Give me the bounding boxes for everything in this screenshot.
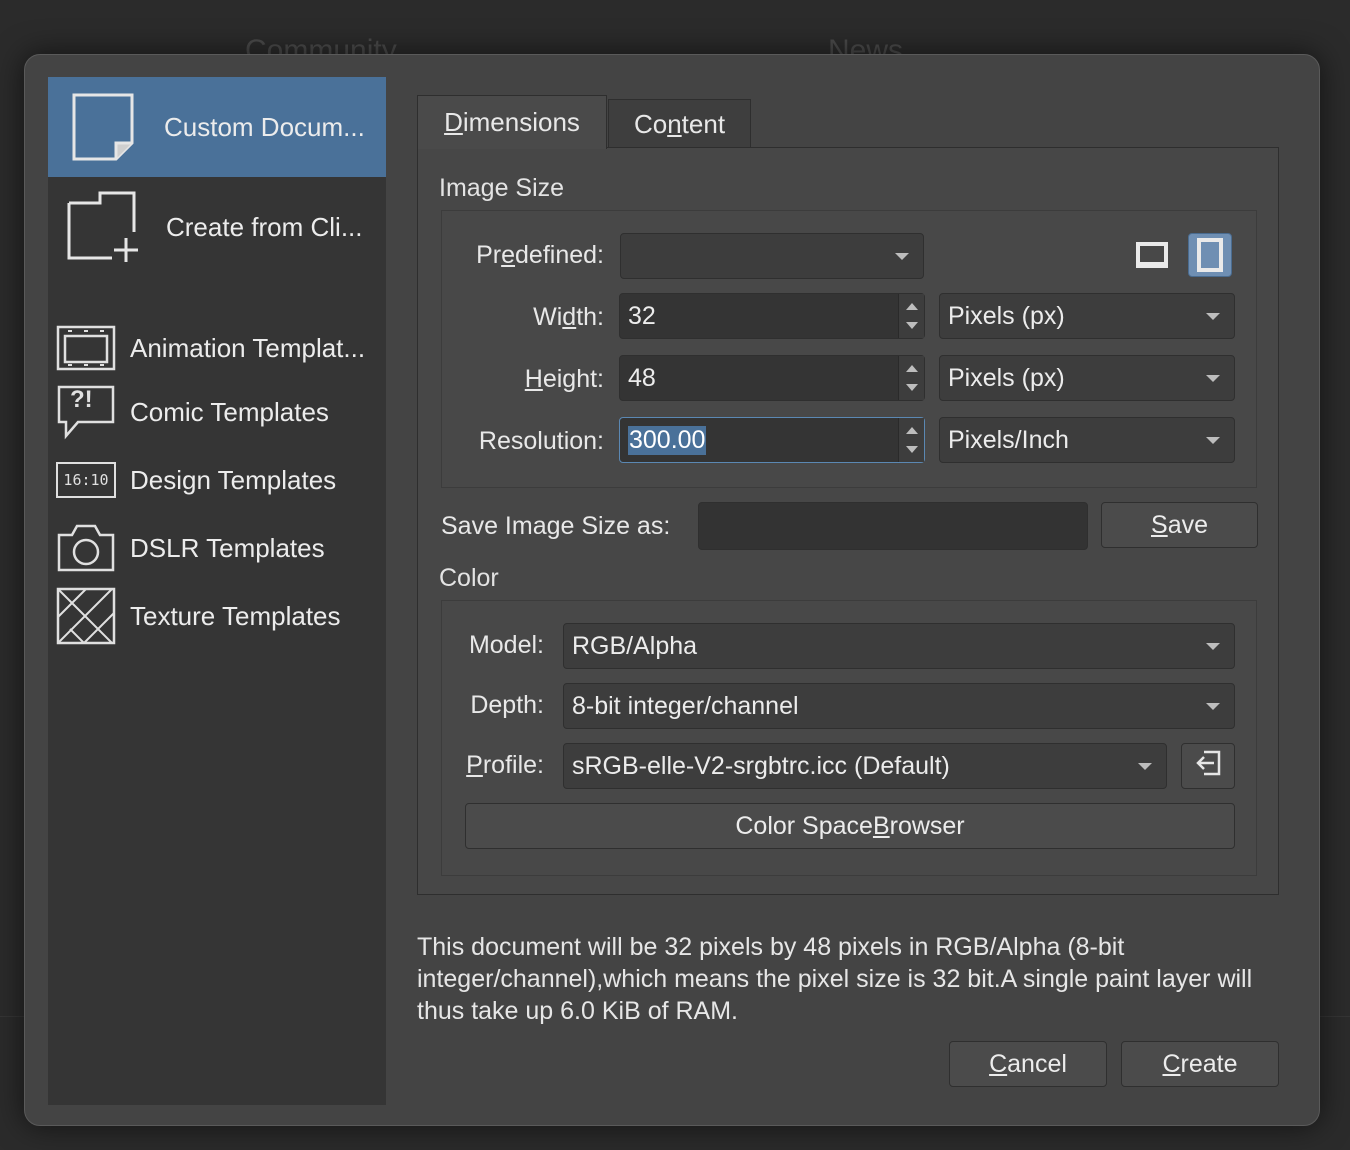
height-spinbox[interactable]: 48 <box>619 355 925 401</box>
width-stepper[interactable] <box>898 294 924 338</box>
comic-icon-text: ?! <box>70 386 93 413</box>
cancel-button[interactable]: Cancel <box>949 1041 1107 1087</box>
width-unit-select[interactable]: Pixels (px) <box>939 293 1235 339</box>
sidebar-item-label: DSLR Templates <box>130 532 325 563</box>
document-description: This document will be 32 pixels by 48 pi… <box>417 933 1253 1025</box>
save-image-size-input[interactable] <box>698 502 1088 550</box>
sidebar-item-label: Comic Templates <box>130 396 329 427</box>
portrait-orientation-button[interactable] <box>1188 233 1232 277</box>
color-space-browser-button[interactable]: Color Space Browser <box>465 803 1235 849</box>
predefined-select[interactable] <box>620 233 924 279</box>
depth-label: Depth: <box>470 691 544 719</box>
sidebar-item-create-from-clipboard[interactable]: Create from Cli... <box>48 177 386 277</box>
sidebar-item-label: Design Templates <box>130 464 337 495</box>
new-document-dialog: Custom Docum... Create from Cli... Anima… <box>24 54 1320 1126</box>
tab-content[interactable]: Co n tent <box>608 99 751 149</box>
landscape-orientation-icon <box>1136 242 1168 268</box>
dimensions-panel: Image Size Predefined: Width: 32 Pixels … <box>417 147 1279 895</box>
profile-label: Profile: <box>466 751 544 779</box>
sidebar-item-label: Custom Docum... <box>164 111 365 142</box>
model-label: Model: <box>468 631 544 659</box>
tab-dimensions[interactable]: Dimensions <box>417 95 607 149</box>
texture-hatch-icon <box>56 587 116 645</box>
resolution-unit-select[interactable]: Pixels/Inch <box>939 417 1235 463</box>
sidebar-item-comic-templates[interactable]: ?! Comic Templates <box>48 381 386 443</box>
create-button[interactable]: Create <box>1121 1041 1279 1087</box>
image-size-title: Image Size <box>439 174 565 202</box>
ratio-16-10-icon: 16:10 <box>56 462 116 498</box>
resolution-spinbox[interactable]: 300.00 <box>619 417 925 463</box>
color-model-select[interactable]: RGB/Alpha <box>563 623 1235 669</box>
save-image-size-button[interactable]: Save <box>1101 502 1258 548</box>
resolution-label: Resolution: <box>478 427 604 455</box>
height-label: Height: <box>524 365 604 393</box>
speech-bubble-icon: ?! <box>56 384 116 440</box>
template-sidebar: Custom Docum... Create from Cli... Anima… <box>48 77 386 1105</box>
camera-icon <box>56 523 116 573</box>
import-profile-icon <box>1194 749 1222 784</box>
color-depth-select[interactable]: 8-bit integer/channel <box>563 683 1235 729</box>
color-title: Color <box>439 564 499 592</box>
film-frame-icon <box>56 325 116 371</box>
sidebar-item-label: Create from Cli... <box>166 211 363 242</box>
sidebar-item-animation-templates[interactable]: Animation Templat... <box>48 317 386 379</box>
color-group: Model: RGB/Alpha Depth: 8-bit integer/ch… <box>441 600 1257 876</box>
height-unit-select[interactable]: Pixels (px) <box>939 355 1235 401</box>
height-stepper[interactable] <box>898 356 924 400</box>
sidebar-item-design-templates[interactable]: 16:10 Design Templates <box>48 449 386 511</box>
sidebar-item-dslr-templates[interactable]: DSLR Templates <box>48 517 386 579</box>
resolution-stepper[interactable] <box>898 418 924 462</box>
sidebar-item-label: Texture Templates <box>130 600 341 631</box>
image-size-group: Predefined: Width: 32 Pixels (px) Height… <box>441 210 1257 488</box>
portrait-orientation-icon <box>1197 238 1223 272</box>
sidebar-item-label: Animation Templat... <box>130 332 366 363</box>
width-label: Width: <box>533 303 604 331</box>
sidebar-item-custom-document[interactable]: Custom Docum... <box>48 77 386 177</box>
color-profile-select[interactable]: sRGB-elle-V2-srgbtrc.icc (Default) <box>563 743 1167 789</box>
import-profile-button[interactable] <box>1181 743 1235 789</box>
width-spinbox[interactable]: 32 <box>619 293 925 339</box>
document-plus-icon <box>66 190 140 264</box>
ratio-icon-text: 16:10 <box>63 471 109 489</box>
save-image-size-label: Save Image Size as: <box>441 512 671 540</box>
landscape-orientation-button[interactable] <box>1130 233 1174 277</box>
blank-document-icon <box>70 91 136 163</box>
predefined-label: Predefined: <box>476 241 604 269</box>
sidebar-item-texture-templates[interactable]: Texture Templates <box>48 585 386 647</box>
